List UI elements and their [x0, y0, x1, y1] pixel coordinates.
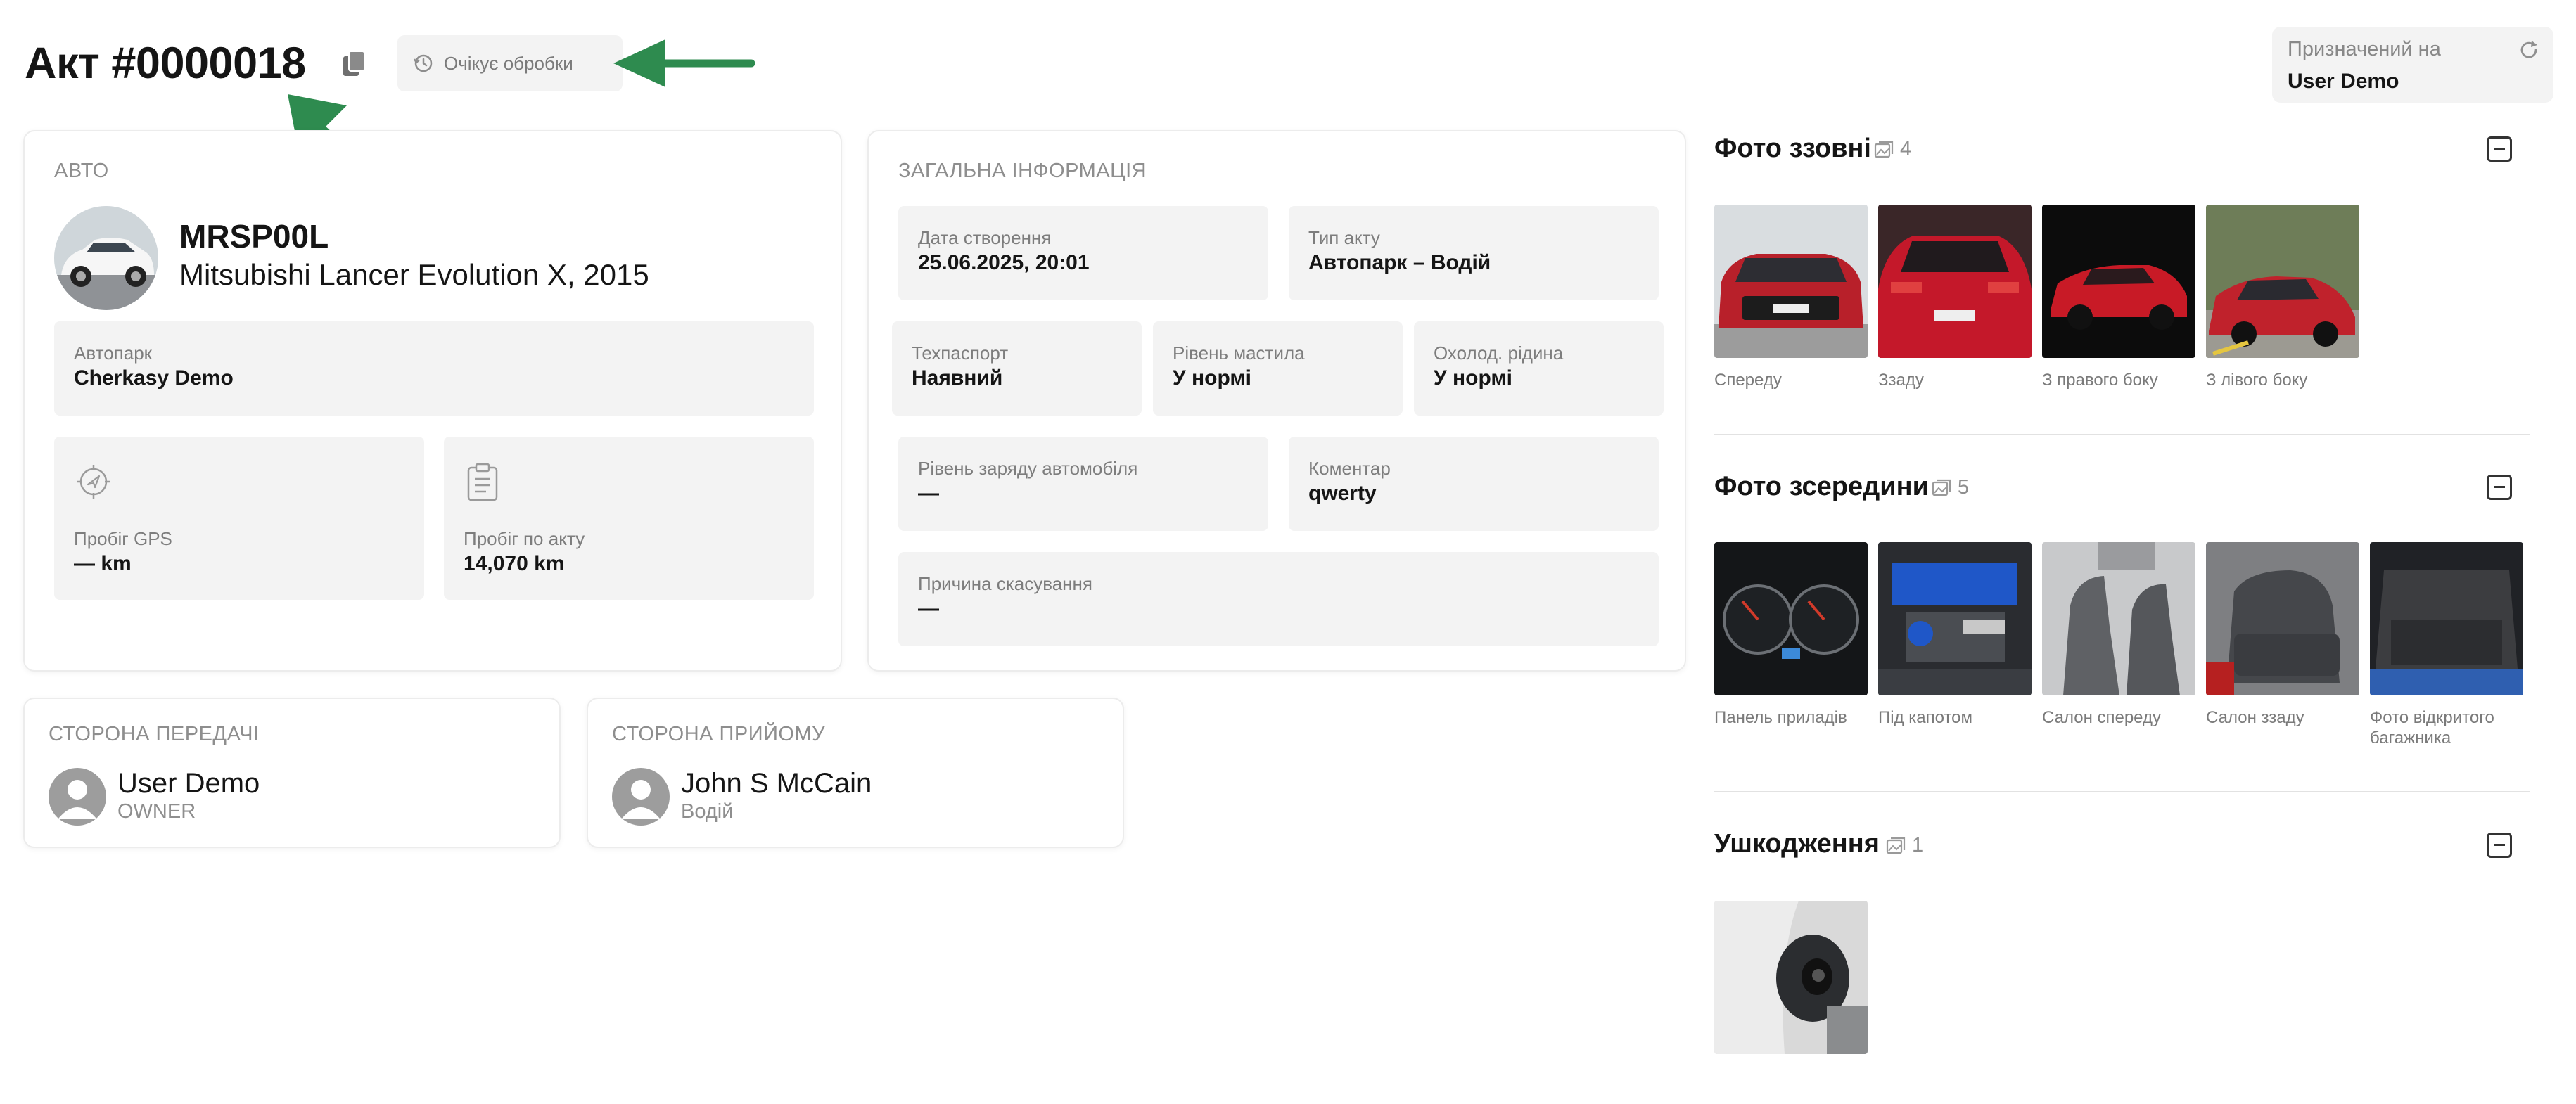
- photo-caption: Спереду: [1714, 371, 1782, 390]
- photo-caption: Ззаду: [1878, 371, 1924, 390]
- charge-level-value: —: [918, 482, 939, 505]
- car-card: АВТО MRSP00L Mitsubishi Lancer Evolution…: [23, 130, 842, 672]
- general-section-title: ЗАГАЛЬНА ІНФОРМАЦІЯ: [898, 160, 1147, 182]
- car-avatar: [54, 206, 158, 310]
- photo-caption: З правого боку: [2042, 371, 2158, 390]
- car-section-title: АВТО: [54, 160, 109, 182]
- receive-party-title: СТОРОНА ПРИЙОМУ: [612, 723, 826, 745]
- fleet-label: Автопарк: [74, 342, 153, 364]
- photos-inside-title: Фото зсередини: [1714, 472, 1929, 501]
- charge-level-label: Рівень заряду автомобіля: [918, 458, 1138, 479]
- receive-party-card: СТОРОНА ПРИЙОМУ John S McCain Водій: [587, 698, 1124, 848]
- damages-count-value: 1: [1912, 834, 1924, 856]
- gps-mileage-value: — km: [74, 552, 132, 575]
- photos-outside-count-value: 4: [1900, 138, 1912, 160]
- photo-damage[interactable]: [1714, 901, 1868, 1054]
- photo-rear-interior[interactable]: [2206, 542, 2359, 695]
- gps-mileage-field: Пробіг GPS — km: [54, 437, 424, 600]
- coolant-field: Охолод. рідина У нормі: [1414, 321, 1664, 416]
- transfer-party-card: СТОРОНА ПЕРЕДАЧІ User Demo OWNER: [23, 698, 561, 848]
- act-type-field: Тип акту Автопарк – Водій: [1289, 206, 1659, 300]
- photo-caption: Під капотом: [1878, 708, 1973, 727]
- fleet-field: Автопарк Cherkasy Demo: [54, 321, 814, 416]
- status-badge: Очікує обробки: [397, 35, 623, 91]
- coolant-label: Охолод. рідина: [1434, 342, 1564, 364]
- tech-passport-value: Наявний: [912, 366, 1003, 390]
- photo-caption: Панель приладів: [1714, 708, 1847, 727]
- receive-party-name: John S McCain: [681, 768, 872, 799]
- created-date-field: Дата створення 25.06.2025, 20:01: [898, 206, 1268, 300]
- oil-level-field: Рівень мастила У нормі: [1153, 321, 1403, 416]
- transfer-party-name: User Demo: [117, 768, 260, 799]
- photo-caption: Салон спереду: [2042, 708, 2162, 727]
- act-mileage-value: 14,070 km: [464, 552, 565, 575]
- avatar: [612, 768, 670, 826]
- created-date-label: Дата створення: [918, 227, 1052, 248]
- transfer-party-title: СТОРОНА ПЕРЕДАЧІ: [49, 723, 260, 745]
- charge-level-field: Рівень заряду автомобіля —: [898, 437, 1268, 531]
- comment-label: Коментар: [1308, 458, 1391, 479]
- avatar: [49, 768, 106, 826]
- transfer-party-role: OWNER: [117, 800, 196, 823]
- section-divider: [1714, 791, 2530, 792]
- cancel-reason-value: —: [918, 597, 939, 620]
- photos-inside-count-value: 5: [1958, 476, 1970, 499]
- photo-open-trunk[interactable]: [2370, 542, 2523, 695]
- assigned-value: User Demo: [2288, 70, 2399, 93]
- gallery-icon: [1886, 837, 1906, 854]
- fleet-value: Cherkasy Demo: [74, 366, 234, 390]
- act-type-value: Автопарк – Водій: [1308, 251, 1491, 274]
- gallery-icon: [1874, 141, 1894, 158]
- assigned-to-box[interactable]: Призначений на User Demo: [2272, 27, 2553, 103]
- history-icon: [413, 54, 433, 72]
- clipboard-icon: [467, 463, 498, 501]
- assigned-label: Призначений на: [2288, 38, 2441, 60]
- damages-count: 1: [1885, 834, 1923, 857]
- act-mileage-field: Пробіг по акту 14,070 km: [444, 437, 814, 600]
- photo-front-interior[interactable]: [2042, 542, 2195, 695]
- act-type-label: Тип акту: [1308, 227, 1380, 248]
- photos-outside-count: 4: [1873, 138, 1911, 161]
- created-date-value: 25.06.2025, 20:01: [918, 251, 1090, 274]
- oil-level-label: Рівень мастила: [1173, 342, 1305, 364]
- damages-title: Ушкодження: [1714, 829, 1880, 859]
- collapse-photos-outside-button[interactable]: [2487, 136, 2512, 162]
- photo-left-side[interactable]: [2206, 205, 2359, 358]
- receive-party-role: Водій: [681, 800, 734, 823]
- photo-caption: Фото відкритого багажника: [2370, 708, 2494, 747]
- general-info-card: ЗАГАЛЬНА ІНФОРМАЦІЯ Дата створення 25.06…: [867, 130, 1686, 672]
- photo-dashboard[interactable]: [1714, 542, 1868, 695]
- coolant-value: У нормі: [1434, 366, 1512, 390]
- gps-target-icon: [77, 465, 110, 499]
- act-mileage-label: Пробіг по акту: [464, 528, 585, 549]
- photo-engine-bay[interactable]: [1878, 542, 2032, 695]
- photo-right-side[interactable]: [2042, 205, 2195, 358]
- collapse-photos-inside-button[interactable]: [2487, 475, 2512, 500]
- photos-outside-title: Фото ззовні: [1714, 134, 1871, 163]
- photo-front[interactable]: [1714, 205, 1868, 358]
- gallery-icon: [1932, 479, 1951, 496]
- tech-passport-label: Техпаспорт: [912, 342, 1009, 364]
- gps-mileage-label: Пробіг GPS: [74, 528, 172, 549]
- collapse-damages-button[interactable]: [2487, 833, 2512, 858]
- oil-level-value: У нормі: [1173, 366, 1251, 390]
- copy-icon[interactable]: [340, 49, 367, 79]
- section-divider: [1714, 434, 2530, 435]
- photo-caption: З лівого боку: [2206, 371, 2308, 390]
- photos-inside-count: 5: [1931, 476, 1969, 499]
- page-title: Акт #0000018: [25, 39, 306, 88]
- photo-rear[interactable]: [1878, 205, 2032, 358]
- cancel-reason-field: Причина скасування —: [898, 552, 1659, 646]
- car-model: Mitsubishi Lancer Evolution X, 2015: [179, 258, 649, 291]
- comment-field: Коментар qwerty: [1289, 437, 1659, 531]
- refresh-icon[interactable]: [2517, 38, 2541, 62]
- comment-value: qwerty: [1308, 482, 1377, 505]
- photo-caption: Салон ззаду: [2206, 708, 2304, 727]
- cancel-reason-label: Причина скасування: [918, 573, 1092, 594]
- tech-passport-field: Техпаспорт Наявний: [892, 321, 1142, 416]
- status-text: Очікує обробки: [444, 52, 573, 74]
- car-plate: MRSP00L: [179, 218, 329, 255]
- annotation-arrow-status: [613, 39, 755, 87]
